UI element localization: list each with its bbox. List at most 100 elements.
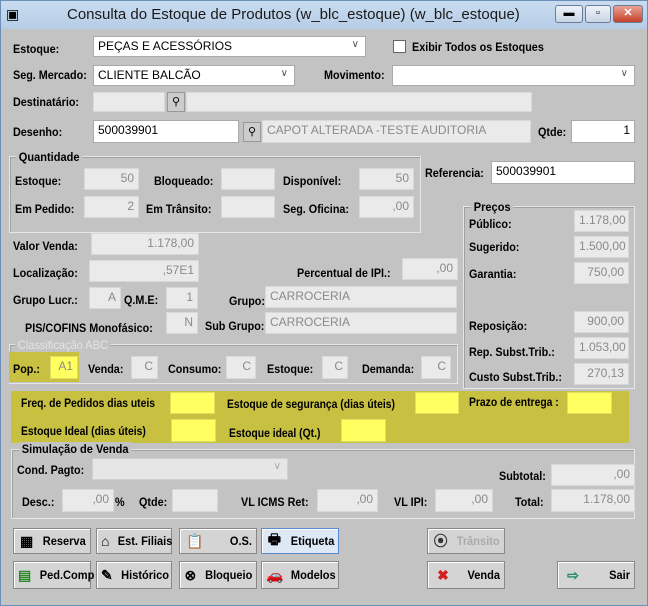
window-title: Consulta do Estoque de Produtos (w_blc_e… [67,6,520,23]
etiqueta-button[interactable]: 🖶 Etiqueta [261,528,339,554]
freq-pedidos-label: Freq. de Pedidos dias uteis [21,398,156,410]
est-filiais-label: Est. Filiais [118,534,173,548]
venda-label: Venda [467,568,500,582]
printer-icon: 🖶 [267,531,281,547]
venda-abc-label: Venda: [88,362,124,376]
qtde-label: Qtde: [538,125,567,139]
prazo-entrega-label: Prazo de entrega : [469,397,559,409]
cond-pagto-select[interactable]: ∨ [92,458,288,480]
freq-pedidos-field[interactable] [170,392,215,414]
desc-field[interactable]: ,00 [62,489,114,512]
estoque-qty-label: Estoque: [15,174,62,188]
window: ▣ Consulta do Estoque de Produtos (w_blc… [0,0,648,606]
chevron-down-icon: ∨ [351,39,359,50]
publico-label: Público: [469,217,512,231]
consumo-field: C [226,356,256,379]
modelos-label: Modelos [291,568,337,582]
precos-group [463,206,635,389]
destinatario-search-button[interactable]: ⚲ [167,92,185,112]
estoque-qty-field: 50 [84,168,139,190]
search-icon: ⚲ [247,126,257,138]
os-label: O.S. [229,534,252,548]
estoque-ideal-dias-field[interactable] [171,419,216,442]
bloqueio-button[interactable]: ⊗ Bloqueio [179,561,257,589]
pis-cofins-field: N [166,312,198,334]
venda-button[interactable]: ✖ Venda [427,561,505,589]
estoque-ideal-dias-label: Estoque Ideal (dias úteis) [21,426,146,438]
factory-icon: ⌂ [101,533,110,549]
close-button[interactable]: ✕ [613,5,643,23]
vl-ipi-field: ,00 [435,489,493,512]
estoque-seguranca-field[interactable] [415,392,459,414]
subgrupo-label: Sub Grupo: [205,319,265,333]
desenho-label: Desenho: [13,125,63,139]
sair-button[interactable]: ⇨ Sair [557,561,635,589]
sim-qtde-field[interactable] [172,489,218,512]
exit-door-icon: ⇨ [567,566,579,583]
prazo-entrega-field[interactable] [567,392,612,414]
quantidade-title: Quantidade [16,150,83,164]
exibir-todos-label: Exibir Todos os Estoques [412,40,544,54]
destinatario-name-field[interactable] [186,92,532,112]
estoque-ideal-qt-field[interactable] [341,419,386,442]
subtotal-label: Subtotal: [499,469,546,483]
garantia-field: 750,00 [574,262,629,284]
seg-mercado-select[interactable]: CLIENTE BALCÃO ∨ [93,65,295,86]
estoque-abc-field: C [322,356,348,379]
rep-subst-field: 1.053,00 [574,337,629,359]
exibir-todos-checkbox[interactable] [393,40,406,53]
estoque-label: Estoque: [13,42,60,56]
clipboard-icon: 📋 [186,532,204,549]
seg-oficina-label: Seg. Oficina: [283,202,350,216]
pop-field: A1 [50,356,78,379]
qme-field: 1 [166,287,198,309]
historico-button[interactable]: ✎ Histórico [96,561,172,589]
valor-venda-label: Valor Venda: [13,239,78,253]
pis-cofins-label: PIS/COFINS Monofásico: [25,321,153,335]
chevron-down-icon: ∨ [280,68,288,79]
os-button[interactable]: 📋 O.S. [179,528,257,554]
reposicao-field: 900,00 [574,311,629,333]
chevron-down-icon: ∨ [620,68,628,79]
no-sale-icon: ✖ [437,566,449,583]
modelos-button[interactable]: 🚗 Modelos [261,561,339,589]
qme-label: Q.M.E: [124,293,159,307]
ipi-label: Percentual de IPI.: [297,266,391,280]
localizacao-field: ,57E1 [89,260,199,282]
disponivel-label: Disponível: [283,174,342,188]
est-filiais-button[interactable]: ⌂ Est. Filiais [96,528,173,554]
estoque-ideal-qt-label: Estoque ideal (Qt.) [229,428,321,440]
ped-comp-button[interactable]: ▤ Ped.Comp [13,561,95,589]
referencia-field[interactable]: 500039901 [491,161,635,184]
custo-subst-label: Custo Subst.Trib.: [469,370,563,384]
seg-mercado-label: Seg. Mercado: [13,68,87,82]
desenho-search-button[interactable]: ⚲ [243,122,261,142]
movimento-select[interactable]: ∨ [392,65,635,86]
valor-venda-field: 1.178,00 [91,233,199,255]
transito-button[interactable]: ⦿ Trânsito [427,528,505,554]
publico-field: 1.178,00 [574,210,629,232]
em-pedido-field: 2 [84,196,139,218]
desenho-field[interactable]: 500039901 [93,120,239,143]
grupo-label: Grupo: [229,294,265,308]
estoque-abc-label: Estoque: [267,362,314,376]
ipi-field: ,00 [402,258,458,280]
maximize-button[interactable]: ▫ [585,5,611,23]
simulacao-title: Simulação de Venda [19,442,132,456]
desenho-description-field: CAPOT ALTERADA -TESTE AUDITORIA [262,120,531,143]
qtde-field[interactable]: 1 [571,120,635,143]
cond-pagto-label: Cond. Pagto: [17,463,85,477]
reserva-button[interactable]: ▦ Reserva [13,528,91,554]
demanda-label: Demanda: [362,362,415,376]
icms-ret-label: VL ICMS Ret: [241,495,309,509]
sugerido-label: Sugerido: [469,240,520,254]
vl-ipi-label: VL IPI: [394,495,428,509]
destinatario-code-field[interactable] [93,92,165,112]
title-bar: ▣ Consulta do Estoque de Produtos (w_blc… [1,1,647,29]
percent-sign: % [115,495,125,509]
estoque-select[interactable]: PEÇAS E ACESSÓRIOS ∨ [93,36,366,57]
minimize-button[interactable]: ▬ [555,5,583,23]
rep-subst-label: Rep. Subst.Trib.: [469,345,555,359]
sugerido-field: 1.500,00 [574,236,629,258]
em-pedido-label: Em Pedido: [15,202,75,216]
